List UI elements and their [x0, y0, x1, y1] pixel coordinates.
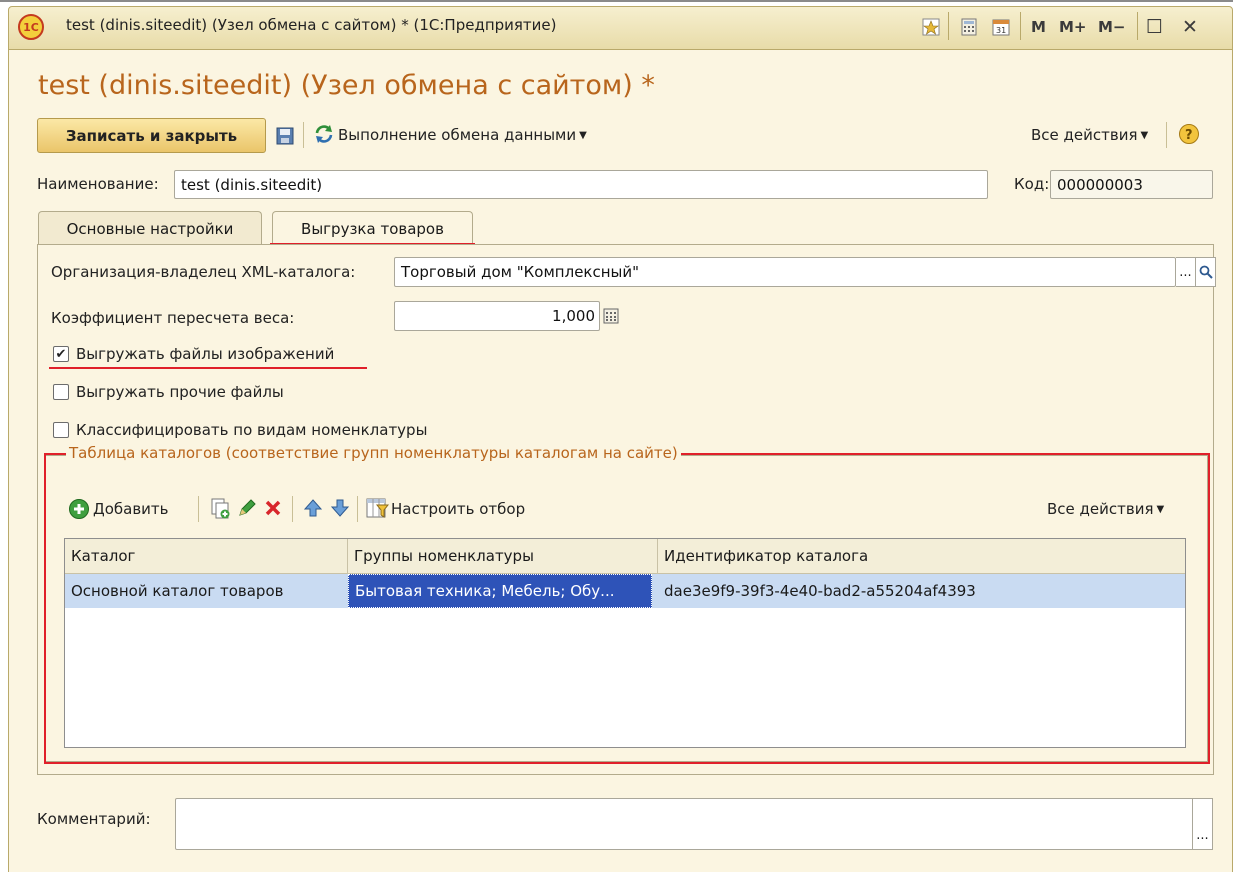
table-all-actions-label: Все действия — [1047, 500, 1154, 518]
cell-catalog-id[interactable]: dae3e9f9-39f3-4e40-bad2-a55204af4393 — [658, 574, 1185, 608]
arrow-down-icon[interactable] — [329, 497, 351, 519]
add-icon[interactable] — [68, 498, 90, 520]
catalog-table-legend: Таблица каталогов (соответствие групп но… — [66, 444, 681, 462]
sync-icon[interactable] — [312, 122, 336, 146]
weight-label: Коэффициент пересчета веса: — [51, 309, 295, 327]
app-logo-icon: 1C — [18, 14, 44, 40]
add-button[interactable]: Добавить — [93, 497, 169, 521]
memory-minus-button[interactable]: M− — [1098, 13, 1126, 41]
cell-groups[interactable]: Бытовая техника; Мебель; Обу... — [348, 574, 652, 608]
save-icon[interactable] — [273, 124, 297, 148]
org-choose-button[interactable]: ... — [1176, 257, 1196, 287]
classify-by-type-checkbox[interactable] — [53, 422, 69, 438]
org-label: Организация-владелец XML-каталога: — [51, 263, 356, 281]
window-title: test (dinis.siteedit) (Узел обмена с сай… — [66, 16, 557, 34]
export-other-files-label: Выгружать прочие файлы — [76, 383, 284, 401]
comment-choose-button[interactable]: ... — [1192, 798, 1213, 850]
tab-goods-export[interactable]: Выгрузка товаров — [272, 211, 473, 246]
name-label: Наименование: — [37, 175, 159, 193]
comment-field[interactable] — [175, 798, 1213, 850]
code-field[interactable]: 000000003 — [1050, 170, 1213, 199]
export-images-checkbox[interactable]: ✔ — [53, 346, 69, 362]
table-all-actions-button[interactable]: Все действия ▼ — [1047, 497, 1164, 521]
highlight-underline — [49, 367, 367, 369]
calendar-icon[interactable]: 31 — [986, 12, 1016, 42]
table-row[interactable]: Основной каталог товаров Бытовая техника… — [65, 574, 1185, 608]
titlebar-separator — [1137, 12, 1138, 40]
window-frame — [0, 0, 1233, 2]
save-and-close-button[interactable]: Записать и закрыть — [37, 118, 266, 153]
maximize-button[interactable]: ☐ — [1146, 13, 1163, 41]
catalog-grid[interactable]: Каталог Группы номенклатуры Идентификато… — [64, 538, 1186, 748]
chevron-down-icon: ▼ — [1156, 503, 1165, 515]
memory-plus-button[interactable]: M+ — [1059, 13, 1087, 41]
export-images-label: Выгружать файлы изображений — [76, 345, 335, 363]
toolbar-separator — [357, 496, 358, 522]
calculator-icon[interactable] — [602, 307, 620, 325]
favorite-star-icon[interactable] — [916, 12, 946, 42]
exchange-menu-button[interactable]: Выполнение обмена данными ▼ — [338, 122, 587, 148]
name-field[interactable]: test (dinis.siteedit) — [174, 170, 988, 199]
exchange-menu-label: Выполнение обмена данными — [338, 126, 577, 144]
toolbar-separator — [303, 122, 304, 148]
weight-field[interactable]: 1,000 — [394, 301, 600, 331]
calculator-icon[interactable] — [954, 12, 984, 42]
classify-by-type-label: Классифицировать по видам номенклатуры — [76, 421, 428, 439]
all-actions-label: Все действия — [1031, 126, 1138, 144]
svg-text:31: 31 — [996, 26, 1006, 35]
configure-filter-button[interactable]: Настроить отбор — [391, 497, 525, 521]
help-icon[interactable]: ? — [1177, 122, 1201, 146]
cell-catalog[interactable]: Основной каталог товаров — [65, 574, 348, 608]
arrow-up-icon[interactable] — [302, 497, 324, 519]
column-header-catalog[interactable]: Каталог — [65, 539, 348, 573]
memory-m-button[interactable]: M — [1031, 13, 1046, 41]
delete-icon[interactable] — [262, 497, 284, 519]
titlebar-separator — [948, 12, 949, 40]
column-header-catalog-id[interactable]: Идентификатор каталога — [658, 539, 1185, 573]
copy-icon[interactable] — [209, 497, 231, 519]
filter-settings-icon[interactable] — [365, 497, 390, 519]
code-label: Код: — [1014, 175, 1050, 193]
toolbar-separator — [292, 496, 293, 522]
search-icon[interactable] — [1196, 257, 1216, 287]
page-title: test (dinis.siteedit) (Узел обмена с сай… — [38, 70, 655, 101]
all-actions-menu-button[interactable]: Все действия ▼ — [1031, 122, 1148, 148]
titlebar-separator — [1020, 12, 1021, 40]
check-icon: ✔ — [55, 346, 67, 362]
toolbar-separator — [1166, 122, 1167, 148]
grid-header: Каталог Группы номенклатуры Идентификато… — [65, 539, 1185, 574]
close-button[interactable]: ✕ — [1182, 13, 1198, 41]
comment-label: Комментарий: — [37, 810, 151, 828]
column-header-groups[interactable]: Группы номенклатуры — [348, 539, 658, 573]
tab-main-settings[interactable]: Основные настройки — [38, 211, 262, 245]
export-other-files-checkbox[interactable] — [53, 384, 69, 400]
svg-text:?: ? — [1185, 128, 1193, 143]
org-field[interactable]: Торговый дом "Комплексный" — [394, 257, 1176, 287]
chevron-down-icon: ▼ — [1140, 129, 1149, 141]
chevron-down-icon: ▼ — [579, 129, 587, 141]
edit-pencil-icon[interactable] — [236, 497, 258, 519]
toolbar-separator — [198, 496, 199, 522]
